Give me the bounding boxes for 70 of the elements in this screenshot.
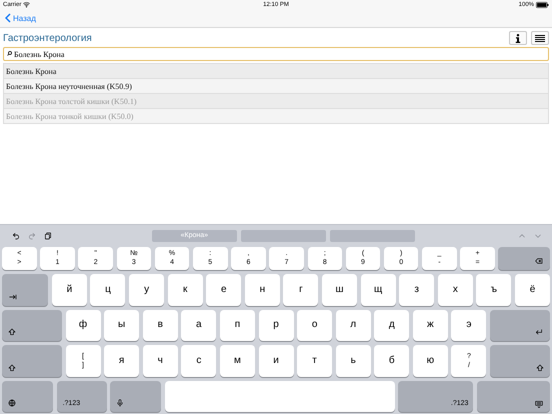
result-item[interactable]: Болезнь Крона [4, 64, 548, 79]
shift-key[interactable] [2, 345, 62, 377]
key[interactable]: г [283, 274, 318, 306]
key[interactable]: й [52, 274, 87, 306]
battery-icon [536, 2, 549, 8]
key[interactable]: м [220, 345, 255, 377]
key[interactable]: у [129, 274, 164, 306]
key[interactable]: о [297, 310, 332, 342]
keyboard-icon [534, 400, 544, 408]
key[interactable]: ц [90, 274, 126, 306]
shift-icon [8, 328, 16, 336]
info-button[interactable] [509, 31, 527, 45]
key[interactable]: ч [142, 345, 178, 377]
key[interactable]: л [336, 310, 371, 342]
key[interactable]: к [168, 274, 203, 306]
chevron-icon [5, 13, 11, 23]
result-item[interactable]: Болезнь Крона неуточненная (K50.9) [4, 79, 548, 94]
tab-key[interactable] [2, 274, 48, 306]
return-key[interactable] [490, 310, 550, 342]
shift-key[interactable] [2, 310, 62, 342]
redo-icon [28, 232, 36, 240]
shift-key[interactable] [490, 345, 550, 377]
key[interactable]: т [297, 345, 332, 377]
delete-icon [534, 257, 544, 266]
return-icon [534, 328, 544, 336]
space-key[interactable] [164, 380, 395, 412]
shift-icon [8, 364, 16, 372]
key[interactable]: р [258, 310, 294, 342]
key[interactable]: с [181, 345, 216, 377]
key[interactable]: ъ [476, 274, 512, 306]
key[interactable]: ю [412, 345, 448, 377]
search-icon [7, 51, 12, 56]
key[interactable]: и [258, 345, 294, 377]
microphone-icon [116, 399, 124, 408]
key[interactable]: ы [104, 310, 140, 342]
key[interactable]: п [220, 310, 255, 342]
page-title: Гастроэнтерология [3, 32, 92, 44]
shift-icon [536, 364, 544, 372]
delete-key[interactable] [498, 246, 550, 270]
hide-keyboard-key[interactable] [477, 380, 550, 412]
undo-icon [12, 232, 20, 240]
back-button[interactable]: Назад [5, 13, 36, 23]
key[interactable]: в [142, 310, 178, 342]
key[interactable]: д [374, 310, 410, 342]
menu-button[interactable] [531, 31, 549, 45]
key[interactable]: ь [336, 345, 371, 377]
info-icon [515, 34, 521, 42]
microphone-key[interactable] [110, 380, 162, 412]
key[interactable]: э [451, 310, 486, 342]
key[interactable]: ё [515, 274, 550, 306]
search-field[interactable]: Болезнь Крона [3, 47, 549, 61]
key[interactable]: ж [412, 310, 448, 342]
key[interactable]: ш [322, 274, 358, 306]
chevron-down-icon [534, 232, 542, 240]
key[interactable]: щ [360, 274, 396, 306]
key[interactable]: а [181, 310, 216, 342]
key[interactable]: з [399, 274, 434, 306]
key[interactable]: я [104, 345, 140, 377]
menu-icon [535, 34, 545, 42]
chevron-up-icon [518, 232, 526, 240]
key[interactable]: н [244, 274, 280, 306]
globe-key[interactable] [2, 380, 53, 412]
key[interactable]: ф [66, 310, 101, 342]
wifi-icon [23, 1, 30, 8]
key[interactable]: е [206, 274, 242, 306]
paste-icon [44, 232, 52, 240]
globe-icon [8, 399, 16, 408]
tab-icon [8, 292, 18, 301]
key[interactable]: х [438, 274, 473, 306]
key[interactable]: б [374, 345, 410, 377]
